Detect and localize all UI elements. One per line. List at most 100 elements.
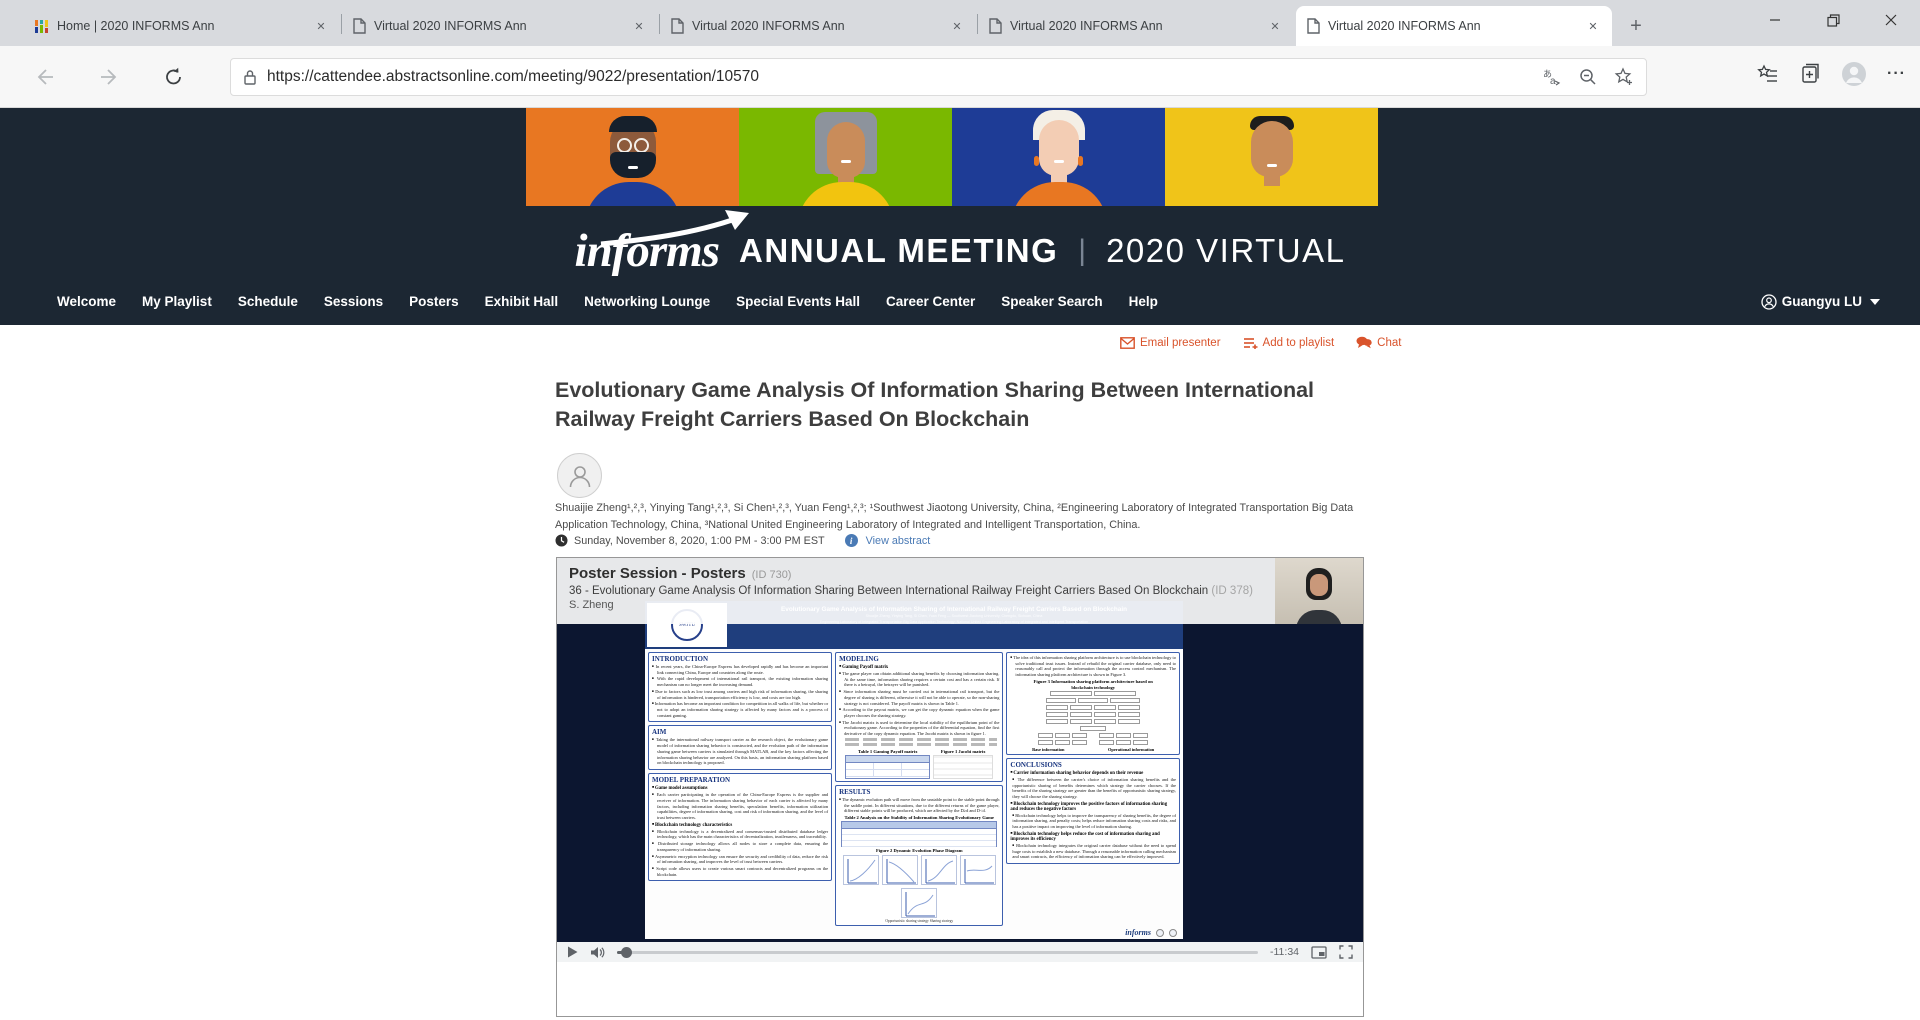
- window-controls: [1746, 0, 1920, 40]
- tab-virtual-4-active[interactable]: Virtual 2020 INFORMS Ann ✕: [1296, 6, 1612, 46]
- email-presenter-link[interactable]: Email presenter: [1120, 337, 1221, 349]
- tab-virtual-2[interactable]: Virtual 2020 INFORMS Ann ✕: [660, 6, 976, 46]
- poster-column-1: INTRODUCTION In recent years, the China-…: [648, 652, 832, 929]
- list-item[interactable]: Career Center: [873, 286, 988, 317]
- poster-footer-logos: informs: [1125, 928, 1177, 937]
- list-item[interactable]: My Playlist: [129, 286, 225, 317]
- lock-icon[interactable]: [243, 69, 257, 85]
- zoom-out-icon[interactable]: [1578, 67, 1598, 87]
- section-title: MODEL PREPARATION: [652, 776, 828, 784]
- favorites-list-icon[interactable]: [1757, 63, 1779, 85]
- list-item: The dynamic evolution path will move fro…: [839, 797, 999, 814]
- main-navigation: WelcomeMy PlaylistScheduleSessionsPoster…: [57, 286, 1880, 317]
- list-item: The idea of this information sharing pla…: [1010, 655, 1176, 678]
- session-title: Poster Session - Posters: [569, 565, 746, 582]
- list-item: Script code allows users to create vario…: [652, 866, 828, 877]
- user-circle-icon: [1761, 294, 1777, 310]
- list-item[interactable]: Schedule: [225, 286, 311, 317]
- poster-column-2: MODELING Gaming Payoff matrix The game p…: [835, 652, 1003, 929]
- fullscreen-button[interactable]: [1339, 945, 1353, 959]
- list-item[interactable]: Posters: [396, 286, 472, 317]
- list-item[interactable]: Exhibit Hall: [472, 286, 572, 317]
- user-menu[interactable]: Guangyu LU: [1761, 294, 1880, 310]
- list-item[interactable]: Help: [1116, 286, 1171, 317]
- informs-logo: informs: [575, 224, 720, 278]
- picture-in-picture-button[interactable]: [1311, 946, 1327, 959]
- list-item[interactable]: Welcome: [57, 286, 129, 317]
- tab-title: Virtual 2020 INFORMS Ann: [374, 19, 622, 33]
- banner-person-2: [739, 108, 952, 206]
- profile-avatar-icon[interactable]: [1841, 61, 1867, 87]
- refresh-button[interactable]: [160, 63, 188, 91]
- item-title: 36 - Evolutionary Game Analysis Of Infor…: [569, 585, 1208, 597]
- forward-button[interactable]: [96, 63, 124, 91]
- browser-tab-bar: Home | 2020 INFORMS Ann ✕ Virtual 2020 I…: [0, 0, 1920, 46]
- subsection-title: Blockchain technology characteristics: [652, 822, 828, 828]
- figure3-diagram: Base information Operational information: [1010, 691, 1176, 752]
- session-id: (ID 730): [752, 569, 792, 581]
- conclusion-lead: Carrier information sharing behavior dep…: [1010, 770, 1176, 776]
- window-restore-button[interactable]: [1804, 0, 1862, 40]
- modeling-section: MODELING Gaming Payoff matrix The game p…: [835, 652, 1003, 782]
- edition-label: 2020 VIRTUAL: [1106, 232, 1345, 270]
- conclusions-section: CONCLUSIONS Carrier information sharing …: [1006, 758, 1180, 864]
- conclusion-body: The difference between the carrier's cho…: [1010, 777, 1176, 800]
- research-poster: SWJTU Evolutionary Game Analysis of Info…: [645, 601, 1183, 939]
- list-item: The game player can obtain additional sh…: [839, 671, 999, 688]
- session-info-overlay: Poster Session - Posters (ID 730) 36 - E…: [557, 558, 1276, 624]
- address-bar[interactable]: https://cattendee.abstractsonline.com/me…: [230, 58, 1647, 96]
- browser-toolbar: https://cattendee.abstractsonline.com/me…: [0, 46, 1920, 108]
- play-button[interactable]: [567, 946, 578, 958]
- tab-close-icon[interactable]: ✕: [312, 17, 330, 35]
- add-to-playlist-link[interactable]: Add to playlist: [1243, 337, 1335, 349]
- view-abstract-link[interactable]: View abstract: [866, 535, 931, 547]
- video-display[interactable]: SWJTU Evolutionary Game Analysis of Info…: [557, 558, 1363, 942]
- results-bullets: The dynamic evolution path will move fro…: [839, 797, 999, 814]
- modeling-bullets: The game player can obtain additional sh…: [839, 671, 999, 737]
- chat-bubbles-icon: [1356, 336, 1372, 349]
- seek-slider[interactable]: [617, 951, 1258, 954]
- tab-close-icon[interactable]: ✕: [1584, 17, 1602, 35]
- conclusion-lead: Blockchain technology improves the posit…: [1010, 801, 1176, 812]
- tab-close-icon[interactable]: ✕: [948, 17, 966, 35]
- seek-thumb[interactable]: [621, 947, 632, 958]
- list-item: Since information sharing must be carrie…: [839, 689, 999, 706]
- chat-label: Chat: [1377, 337, 1401, 349]
- new-tab-button[interactable]: +: [1622, 12, 1650, 40]
- item-id: (ID 378): [1211, 585, 1253, 597]
- tab-home[interactable]: Home | 2020 INFORMS Ann ✕: [24, 6, 340, 46]
- list-item[interactable]: Networking Lounge: [571, 286, 723, 317]
- introduction-bullets: In recent years, the China-Europe Expres…: [652, 664, 828, 718]
- url-text[interactable]: https://cattendee.abstractsonline.com/me…: [267, 68, 1526, 86]
- chat-link[interactable]: Chat: [1356, 336, 1401, 349]
- window-close-button[interactable]: [1862, 0, 1920, 40]
- tab-close-icon[interactable]: ✕: [1266, 17, 1284, 35]
- list-item: Blockchain technology is a decentralized…: [652, 829, 828, 840]
- list-item[interactable]: Special Events Hall: [723, 286, 873, 317]
- list-item: Information has become an important cond…: [652, 701, 828, 718]
- figure1-graphic: [933, 755, 993, 779]
- table2-graphic: [841, 821, 997, 847]
- model-prep-bullets-1: Each carrier participating in the operat…: [652, 792, 828, 821]
- list-item[interactable]: Sessions: [311, 286, 396, 317]
- back-button[interactable]: [30, 63, 58, 91]
- section-title: RESULTS: [839, 788, 999, 796]
- figure2-phase-diagrams: [839, 855, 999, 918]
- add-favorite-star-icon[interactable]: [1614, 67, 1634, 87]
- collections-icon[interactable]: [1799, 63, 1821, 85]
- event-brand: informs ANNUAL MEETING | 2020 VIRTUAL: [0, 224, 1920, 278]
- aim-section: AIM Taking the international railway tra…: [648, 725, 832, 770]
- settings-menu-icon[interactable]: ···: [1887, 65, 1906, 83]
- list-item[interactable]: Speaker Search: [988, 286, 1115, 317]
- tab-close-icon[interactable]: ✕: [630, 17, 648, 35]
- window-minimize-button[interactable]: [1746, 0, 1804, 40]
- list-item: According to the payout matrix, we can g…: [839, 707, 999, 718]
- tab-title: Home | 2020 INFORMS Ann: [57, 19, 304, 33]
- figure3-caption: Figure 3 Information sharing platform ar…: [1010, 679, 1176, 684]
- document-favicon-icon: [1306, 18, 1320, 34]
- tab-virtual-1[interactable]: Virtual 2020 INFORMS Ann ✕: [342, 6, 658, 46]
- tab-virtual-3[interactable]: Virtual 2020 INFORMS Ann ✕: [978, 6, 1294, 46]
- operational-information-label: Operational information: [1108, 747, 1154, 752]
- translate-icon[interactable]: あa: [1542, 68, 1562, 86]
- volume-icon[interactable]: [590, 946, 605, 959]
